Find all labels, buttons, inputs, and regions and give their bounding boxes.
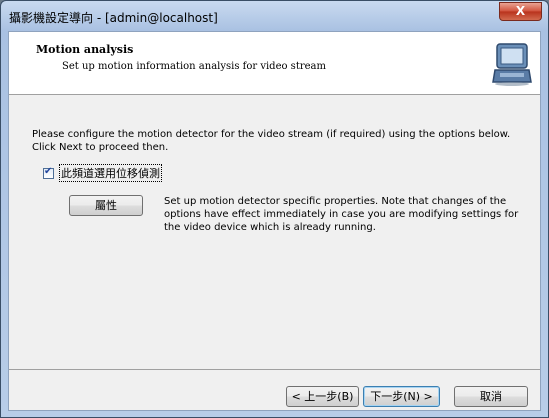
wizard-client-area: Motion analysis Set up motion informatio… [8,31,541,411]
page-title: Motion analysis [36,43,134,56]
back-button[interactable]: < 上一步(B) [286,386,359,407]
cancel-button[interactable]: 取消 [454,386,528,407]
motion-detection-checkbox-label[interactable]: 此頻道選用位移偵測 [59,164,162,182]
footer-divider [9,369,540,370]
wizard-window: 攝影機設定導向 - [admin@localhost] X Motion ana… [0,0,549,418]
properties-description: Set up motion detector specific properti… [164,196,519,233]
motion-detection-checkbox[interactable] [43,166,54,179]
instructions-text: Please configure the motion detector for… [32,129,511,153]
motion-detection-checkbox-row[interactable]: 此頻道選用位移偵測 [43,164,162,182]
wizard-header: Motion analysis Set up motion informatio… [9,32,540,95]
laptop-icon [492,43,532,86]
title-bar: 攝影機設定導向 - [admin@localhost] X [1,1,548,31]
window-title: 攝影機設定導向 - [admin@localhost] [9,11,218,25]
page-subtitle: Set up motion information analysis for v… [62,61,326,72]
close-button[interactable]: X [499,2,542,21]
properties-button[interactable]: 屬性 [69,195,143,216]
next-button[interactable]: 下一步(N) > [363,386,440,407]
